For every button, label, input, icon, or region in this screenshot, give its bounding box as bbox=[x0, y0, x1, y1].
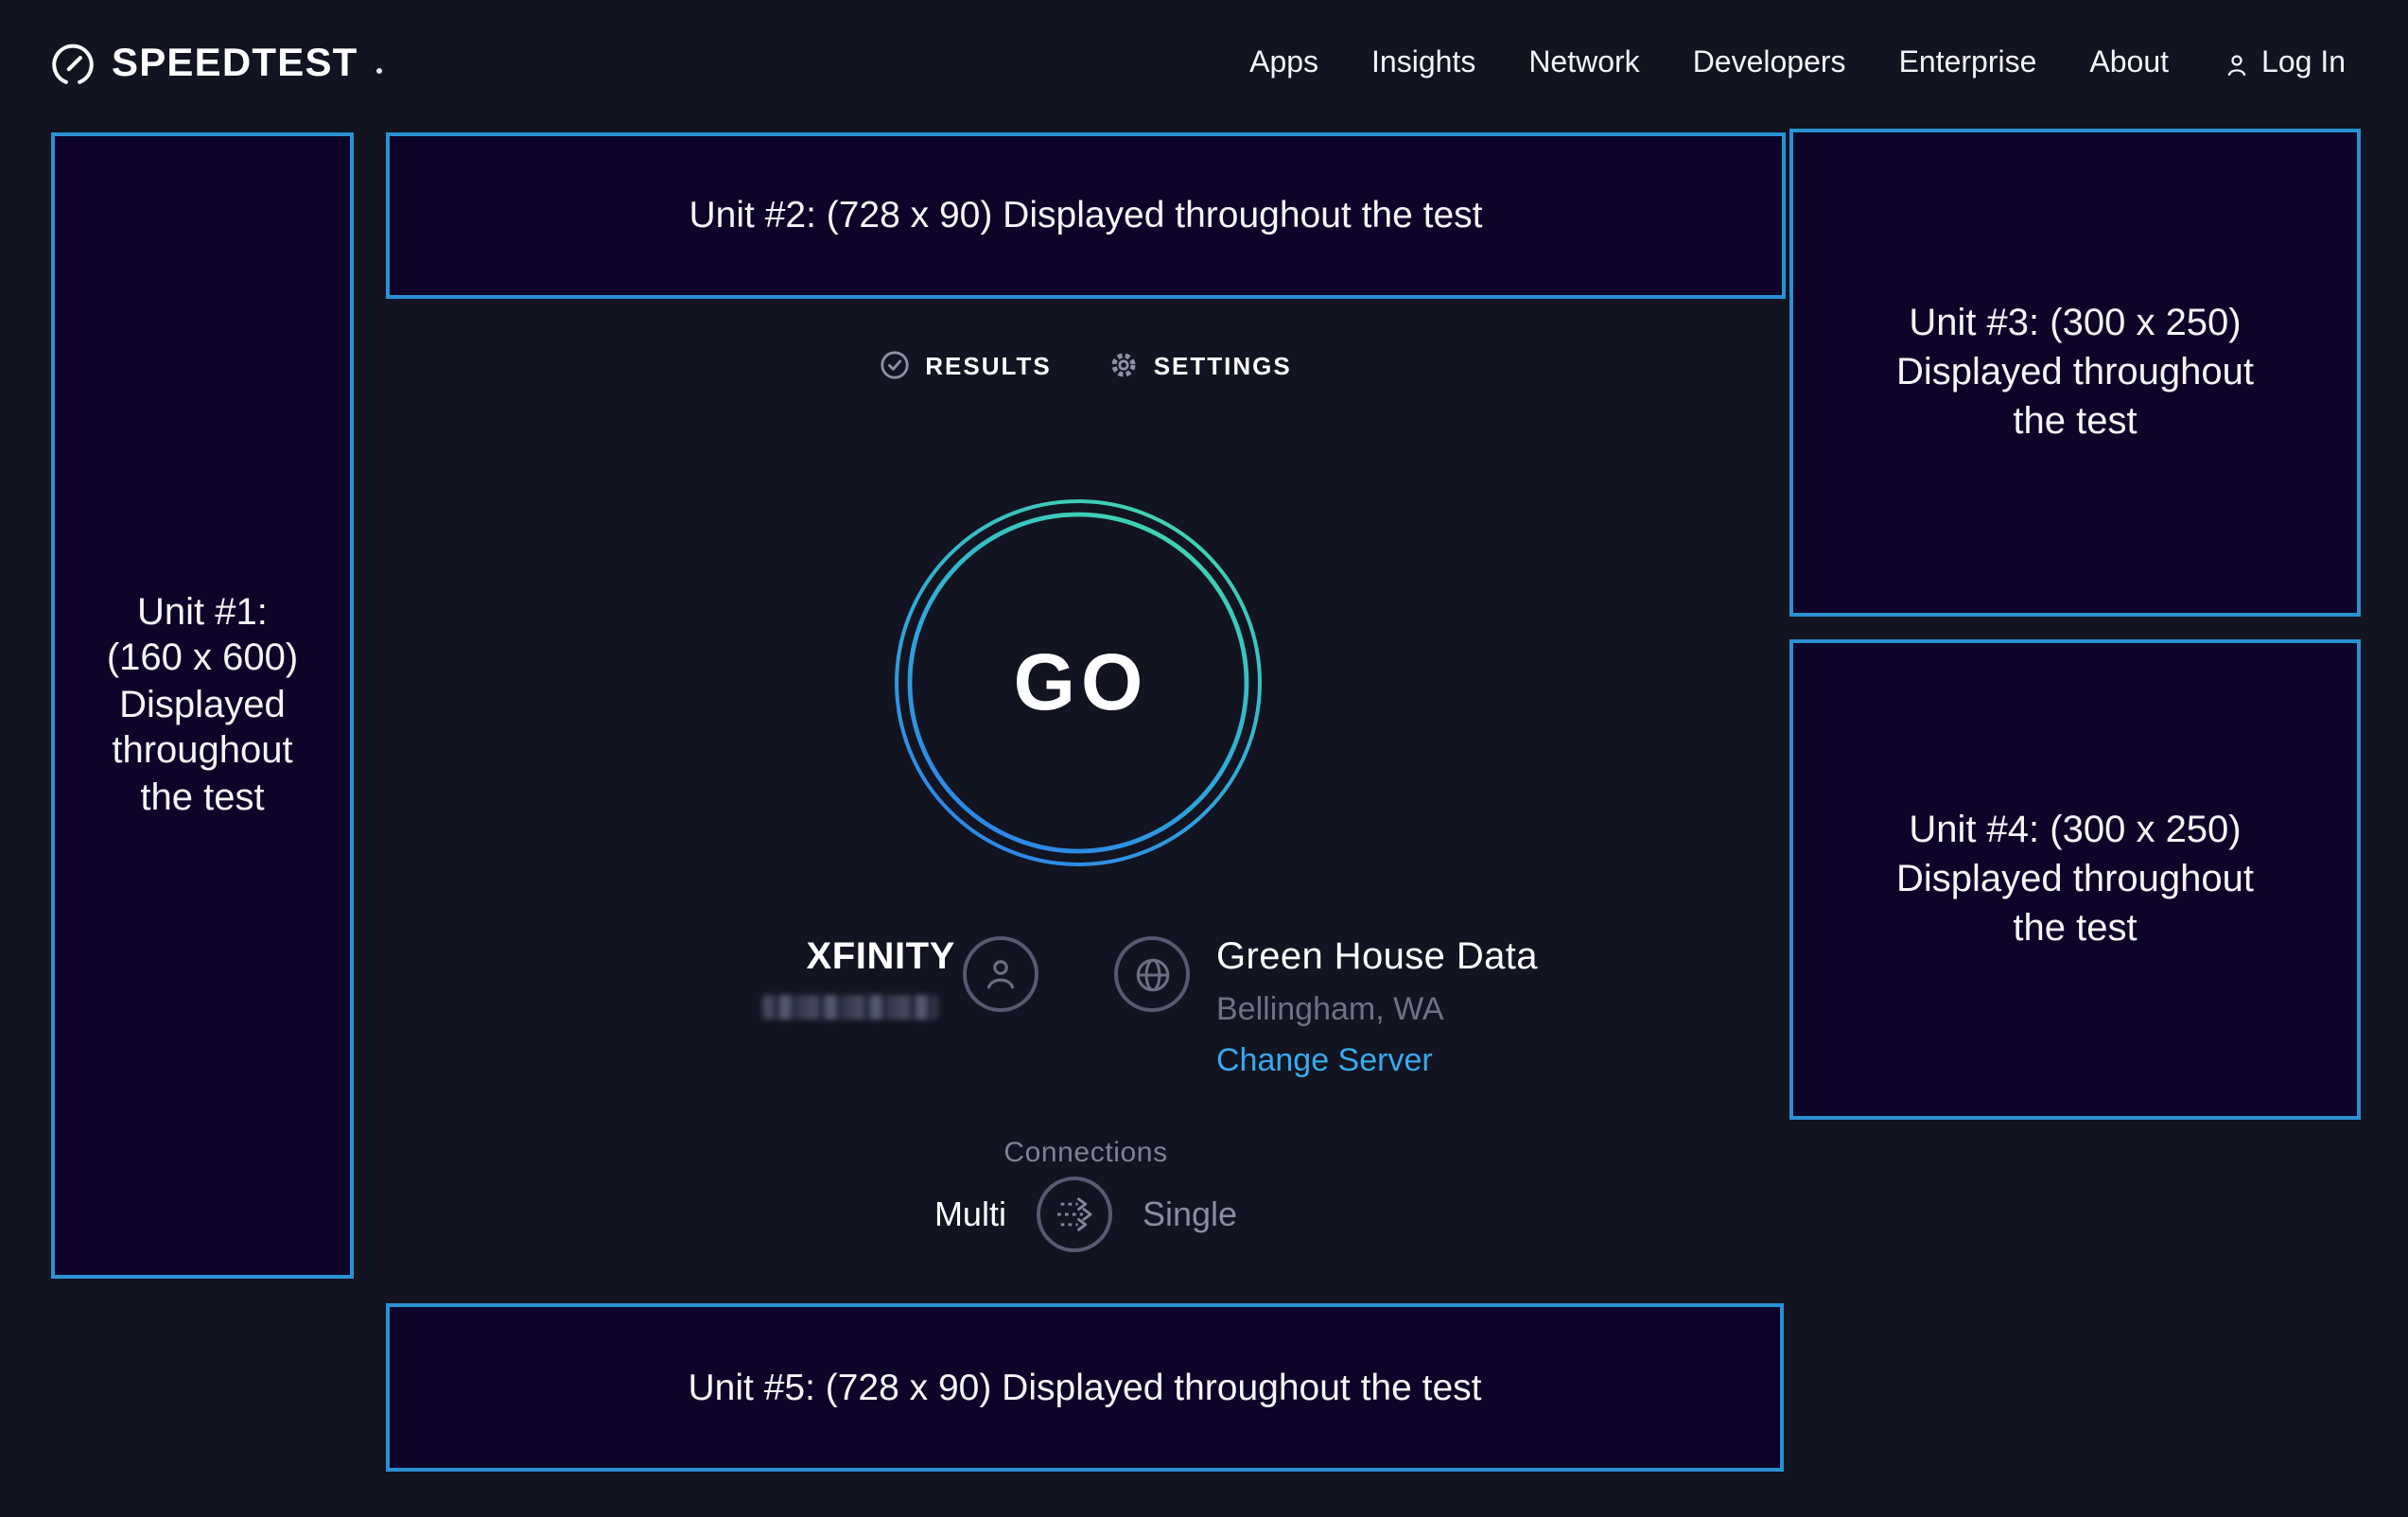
ad-unit-2[interactable]: Unit #2: (728 x 90) Displayed throughout… bbox=[386, 132, 1786, 299]
ad-unit-3[interactable]: Unit #3: (300 x 250) Displayed throughou… bbox=[1789, 129, 2361, 617]
top-nav-bar: SPEEDTEST Apps Insights Network Develope… bbox=[0, 0, 2408, 129]
tab-results-label: RESULTS bbox=[925, 351, 1051, 379]
connections-label: Connections bbox=[386, 1135, 1786, 1173]
ad-unit-5-label: Unit #5: (728 x 90) Displayed throughout… bbox=[689, 1365, 1482, 1410]
nav-item-developers[interactable]: Developers bbox=[1666, 47, 1873, 81]
login-button[interactable]: Log In bbox=[2195, 47, 2346, 81]
speedometer-icon bbox=[51, 43, 95, 86]
view-tabs: RESULTS SETTINGS bbox=[386, 335, 1786, 395]
ad-unit-4[interactable]: Unit #4: (300 x 250) Displayed throughou… bbox=[1789, 639, 2361, 1120]
tab-settings[interactable]: SETTINGS bbox=[1108, 350, 1292, 380]
nav-item-about[interactable]: About bbox=[2063, 47, 2195, 81]
nav-item-enterprise[interactable]: Enterprise bbox=[1873, 47, 2064, 81]
change-server-link[interactable]: Change Server bbox=[1216, 1040, 1538, 1080]
main-nav: Apps Insights Network Developers Enterpr… bbox=[1223, 47, 2346, 81]
speedtest-page: SPEEDTEST Apps Insights Network Develope… bbox=[0, 0, 2408, 1517]
login-label: Log In bbox=[2261, 47, 2346, 81]
connections-mode-multi[interactable]: Multi bbox=[934, 1194, 1006, 1234]
isp-name: XFINITY bbox=[643, 934, 955, 980]
gear-icon bbox=[1108, 350, 1139, 380]
person-icon bbox=[980, 953, 1021, 995]
nav-item-apps[interactable]: Apps bbox=[1223, 47, 1345, 81]
globe-icon bbox=[1130, 952, 1174, 996]
connections-toggle[interactable] bbox=[1037, 1177, 1112, 1252]
user-icon bbox=[2222, 50, 2250, 78]
go-label: GO bbox=[893, 497, 1264, 868]
check-circle-icon bbox=[880, 350, 910, 380]
nav-item-insights[interactable]: Insights bbox=[1345, 47, 1502, 81]
nav-item-network[interactable]: Network bbox=[1502, 47, 1666, 81]
connections-row: Multi Single bbox=[386, 1177, 1786, 1252]
multi-connections-icon bbox=[1040, 1177, 1108, 1252]
isp-person-badge bbox=[963, 936, 1038, 1012]
server-globe-badge bbox=[1114, 936, 1190, 1012]
connections-mode-single[interactable]: Single bbox=[1143, 1194, 1237, 1234]
server-location: Bellingham, WA bbox=[1216, 989, 1538, 1029]
tab-settings-label: SETTINGS bbox=[1154, 351, 1292, 379]
tab-results[interactable]: RESULTS bbox=[880, 350, 1051, 380]
go-button[interactable]: GO bbox=[893, 497, 1264, 868]
ad-unit-1[interactable]: Unit #1: (160 x 600) Displayed throughou… bbox=[51, 132, 354, 1279]
ad-unit-2-label: Unit #2: (728 x 90) Displayed throughout… bbox=[689, 193, 1483, 238]
server-info: Green House Data Bellingham, WA Change S… bbox=[1216, 934, 1538, 1080]
server-name: Green House Data bbox=[1216, 934, 1538, 980]
ad-unit-5[interactable]: Unit #5: (728 x 90) Displayed throughout… bbox=[386, 1303, 1784, 1472]
ad-unit-1-label: Unit #1: (160 x 600) Displayed throughou… bbox=[107, 590, 298, 822]
ad-unit-4-label: Unit #4: (300 x 250) Displayed throughou… bbox=[1896, 806, 2254, 953]
brand-name: SPEEDTEST bbox=[112, 42, 358, 87]
speedtest-logo[interactable]: SPEEDTEST bbox=[51, 42, 383, 87]
trademark-dot bbox=[377, 68, 383, 74]
isp-ip-redacted bbox=[762, 995, 938, 1020]
ad-unit-3-label: Unit #3: (300 x 250) Displayed throughou… bbox=[1896, 299, 2254, 446]
